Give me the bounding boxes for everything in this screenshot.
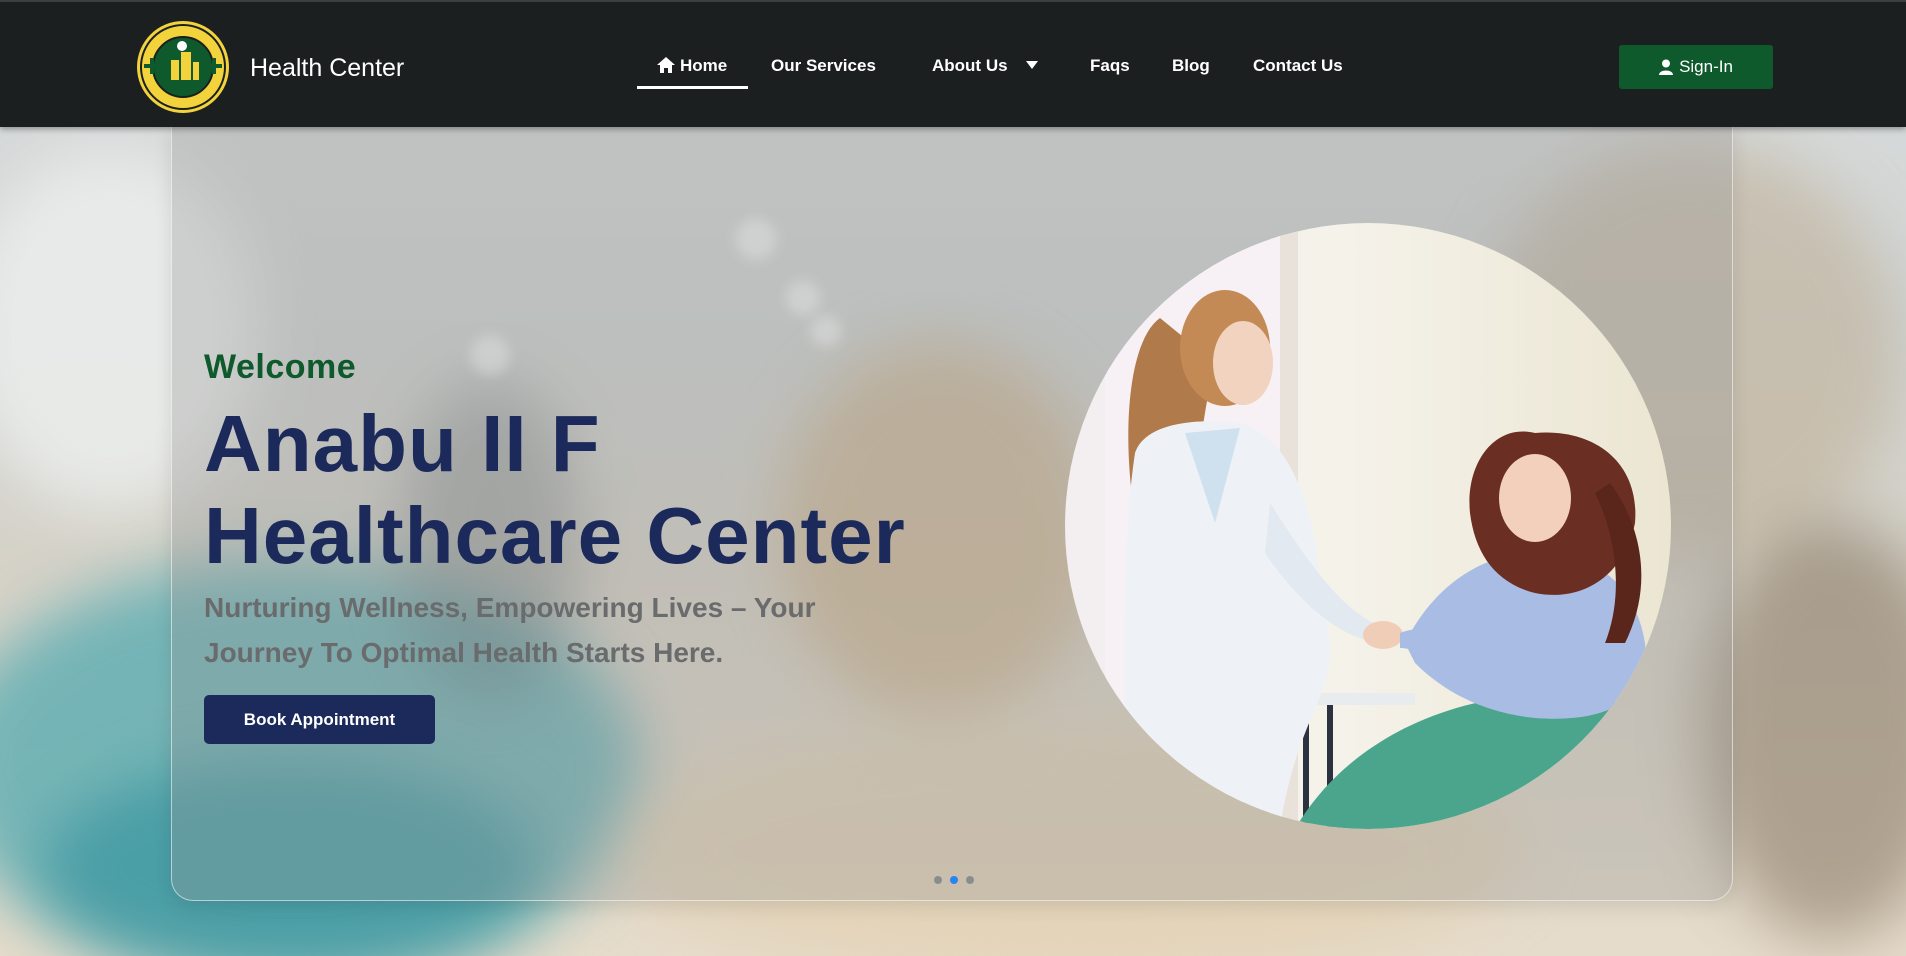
sign-in-button[interactable]: Sign-In [1619, 45, 1773, 89]
home-icon [657, 57, 675, 73]
nav-our-services[interactable]: Our Services [771, 56, 876, 76]
hero-title-line-1: Anabu II F [204, 399, 601, 488]
hero-subtitle-line-1: Nurturing Wellness, Empowering Lives – Y… [204, 592, 816, 623]
nav-active-indicator [637, 86, 748, 89]
nav-home-label: Home [680, 56, 728, 75]
nav-faqs[interactable]: Faqs [1090, 56, 1130, 76]
site-header: Health Center Home Our Services About Us… [0, 0, 1906, 127]
nav-contact-us[interactable]: Contact Us [1253, 56, 1343, 76]
hero-banner: Welcome Anabu II F Healthcare Center Nur… [171, 126, 1733, 901]
carousel-dot-2[interactable] [950, 876, 958, 884]
carousel-indicators [934, 876, 974, 884]
nav-home[interactable]: Home [656, 56, 727, 76]
caret-down-icon [1026, 61, 1039, 69]
user-icon [1659, 59, 1674, 75]
health-center-seal-icon[interactable] [136, 20, 230, 114]
book-appointment-button[interactable]: Book Appointment [204, 695, 435, 744]
hero-welcome: Welcome [204, 348, 357, 386]
brand-name[interactable]: Health Center [250, 54, 404, 83]
carousel-dot-3[interactable] [966, 876, 974, 884]
hero-subtitle-line-2: Journey To Optimal Health Starts Here. [204, 637, 724, 668]
hero-title-line-2: Healthcare Center [204, 491, 906, 580]
doctor-greeting-patient-illustration [1065, 223, 1671, 829]
hero-subtitle: Nurturing Wellness, Empowering Lives – Y… [204, 585, 924, 675]
nav-blog[interactable]: Blog [1172, 56, 1210, 76]
hero-title: Anabu II F Healthcare Center [204, 398, 964, 582]
nav-about-us[interactable]: About Us [932, 56, 1039, 76]
nav-about-label: About Us [932, 56, 1008, 75]
sign-in-label: Sign-In [1679, 57, 1733, 76]
carousel-dot-1[interactable] [934, 876, 942, 884]
